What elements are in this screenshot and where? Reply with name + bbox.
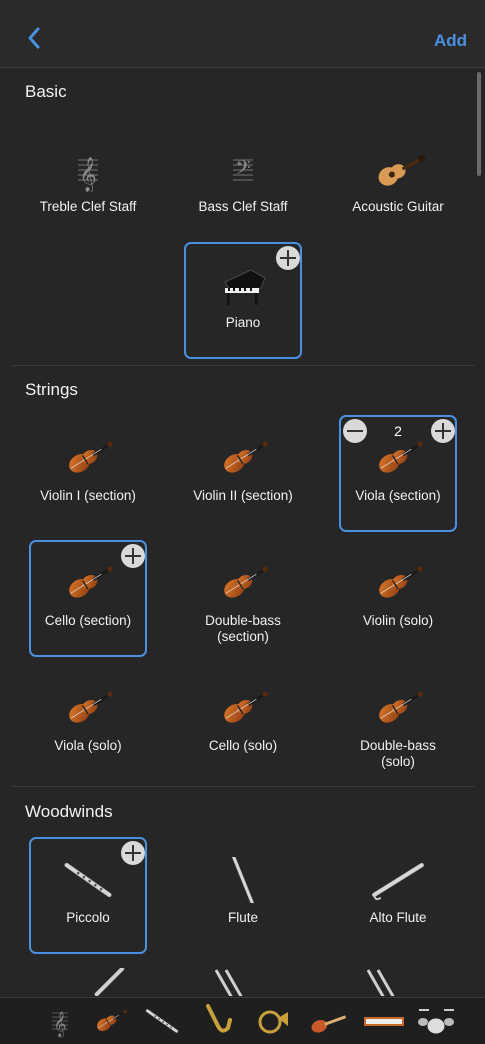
cello-icon — [56, 560, 120, 606]
plus-icon — [125, 548, 141, 564]
instrument-double-bass-solo[interactable]: Double-bass (solo) — [339, 665, 457, 782]
viola-icon — [366, 435, 430, 481]
flute-icon[interactable] — [140, 1004, 184, 1038]
instrument-piccolo[interactable]: Piccolo — [29, 837, 147, 954]
instrument-label: Viola (solo) — [54, 738, 122, 753]
instrument-label: Acoustic Guitar — [352, 199, 444, 214]
violin-icon — [366, 560, 430, 606]
double-bass-icon — [211, 560, 275, 606]
bass-clef-icon: 𝄢 — [233, 156, 253, 184]
bassoon-icon — [366, 969, 395, 996]
svg-text:𝄢: 𝄢 — [235, 156, 250, 184]
violin-icon — [56, 435, 120, 481]
instrument-label: Viola (section) — [355, 488, 441, 503]
category-bar: 𝄞 — [0, 997, 485, 1044]
oboe-icon — [94, 968, 125, 996]
alto-flute-icon — [372, 862, 424, 901]
section-title-strings: Strings — [25, 380, 78, 399]
piccolo-icon — [56, 857, 120, 903]
section-divider — [12, 365, 475, 366]
top-bar: Add — [0, 0, 485, 68]
instrument-label: Cello (section) — [44, 613, 132, 628]
acoustic-guitar-icon — [378, 154, 426, 186]
treble-clef-icon: 𝄞 — [78, 157, 98, 192]
instrument-list[interactable]: Basic 𝄞 Treble Clef Staff 𝄢 Bass Clef St… — [0, 68, 485, 996]
instrument-piano[interactable]: Piano — [184, 242, 302, 359]
instrument-violin-solo[interactable]: Violin (solo) — [339, 540, 457, 657]
back-chevron-icon[interactable] — [26, 26, 42, 50]
add-button[interactable]: Add — [434, 31, 467, 51]
instrument-label: Treble Clef Staff — [39, 199, 137, 214]
drum-kit-icon[interactable] — [414, 1004, 458, 1038]
instrument-viola-section[interactable]: Viola (section) 2 — [339, 415, 457, 532]
section-divider — [12, 786, 475, 787]
add-instrument-button[interactable] — [121, 544, 145, 568]
instrument-bass-clef-staff[interactable]: 𝄢 Bass Clef Staff — [184, 126, 302, 243]
add-instrument-button[interactable] — [431, 419, 455, 443]
instrument-cello-solo[interactable]: Cello (solo) — [184, 665, 302, 782]
keyboard-icon[interactable] — [362, 1004, 406, 1038]
instrument-cello-section[interactable]: Cello (section) — [29, 540, 147, 657]
double-bass-icon — [366, 685, 430, 731]
instrument-label: Violin II (section) — [193, 488, 293, 503]
clarinet-icon — [214, 969, 243, 996]
instrument-treble-clef-staff[interactable]: 𝄞 Treble Clef Staff — [29, 126, 147, 243]
french-horn-icon[interactable] — [250, 1004, 294, 1038]
instrument-label: Double-bass (section) — [205, 613, 281, 644]
instrument-label: Double-bass (solo) — [360, 738, 436, 769]
viola-icon — [56, 685, 120, 731]
plus-icon — [280, 250, 296, 266]
instrument-label: Piano — [225, 315, 261, 330]
instrument-label: Piccolo — [66, 910, 110, 925]
instrument-violin-i-section[interactable]: Violin I (section) — [29, 415, 147, 532]
violin-icon — [211, 435, 275, 481]
scrollbar[interactable] — [477, 72, 481, 176]
saxophone-icon[interactable] — [196, 1004, 240, 1038]
instrument-alto-flute[interactable]: Alto Flute — [339, 837, 457, 954]
treble-clef-icon[interactable]: 𝄞 — [38, 1004, 82, 1038]
add-instrument-button[interactable] — [121, 841, 145, 865]
instrument-acoustic-guitar[interactable]: Acoustic Guitar — [339, 126, 457, 243]
instrument-label: Flute — [227, 910, 258, 925]
instrument-double-bass-section[interactable]: Double-bass (section) — [184, 540, 302, 657]
cello-icon — [211, 685, 275, 731]
add-instrument-button[interactable] — [276, 246, 300, 270]
instrument-label: Violin (solo) — [362, 613, 434, 628]
plus-icon — [435, 423, 451, 439]
instrument-viola-solo[interactable]: Viola (solo) — [29, 665, 147, 782]
electric-guitar-icon[interactable] — [306, 1004, 350, 1038]
svg-text:𝄞: 𝄞 — [79, 157, 97, 192]
plus-icon — [125, 845, 141, 861]
instrument-label: Bass Clef Staff — [198, 199, 288, 214]
instrument-label: Alto Flute — [369, 910, 427, 925]
instrument-flute[interactable]: Flute — [184, 837, 302, 954]
flute-icon — [230, 857, 256, 903]
section-title-basic: Basic — [25, 82, 67, 101]
instrument-label: Violin I (section) — [40, 488, 136, 503]
section-title-woodwinds: Woodwinds — [25, 802, 113, 821]
instrument-label: Cello (solo) — [208, 738, 278, 753]
instrument-violin-ii-section[interactable]: Violin II (section) — [184, 415, 302, 532]
grand-piano-icon — [224, 263, 266, 305]
svg-text:𝄞: 𝄞 — [53, 1011, 66, 1037]
violin-icon[interactable] — [88, 1004, 132, 1038]
